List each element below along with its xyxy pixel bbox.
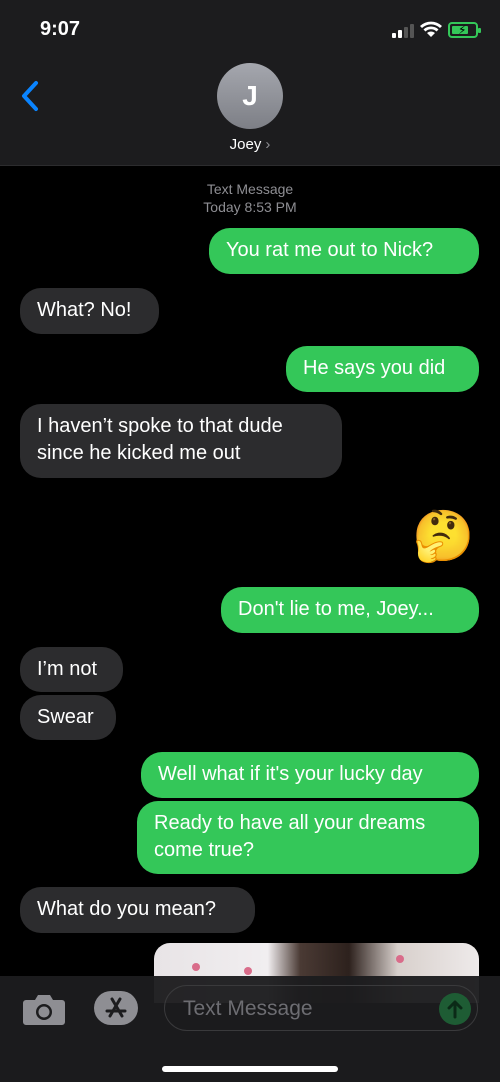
- conversation-header: J Joey ›: [0, 60, 500, 166]
- status-time: 9:07: [40, 18, 81, 40]
- message-input[interactable]: [181, 994, 435, 1024]
- arrow-up-icon[interactable]: [439, 993, 471, 1025]
- cellular-signal-icon: [392, 24, 414, 38]
- outgoing-message[interactable]: He says you did: [286, 346, 479, 392]
- camera-icon[interactable]: [22, 992, 66, 1026]
- outgoing-message[interactable]: Don't lie to me, Joey...: [221, 587, 479, 633]
- incoming-message[interactable]: What? No!: [20, 288, 159, 334]
- contact-avatar[interactable]: J: [217, 63, 283, 129]
- incoming-message[interactable]: I haven’t spoke to that dude since he ki…: [20, 404, 342, 478]
- message-field[interactable]: [164, 985, 478, 1031]
- battery-charging-icon: ⚡: [448, 22, 481, 38]
- outgoing-message[interactable]: Well what if it's your lucky day: [141, 752, 479, 798]
- incoming-message[interactable]: I’m not: [20, 647, 123, 692]
- contact-name: Joey: [229, 136, 262, 153]
- thinking-face-emoji[interactable]: 🤔: [412, 506, 474, 566]
- service-label: Text Message: [206, 181, 294, 197]
- contact-name-button[interactable]: Joey ›: [0, 136, 500, 153]
- status-bar: 9:07 ⚡: [0, 0, 500, 60]
- thread-timestamp: Today 8:53 PM: [203, 199, 297, 215]
- outgoing-message[interactable]: Ready to have all your dreams come true?: [137, 801, 479, 874]
- outgoing-message[interactable]: You rat me out to Nick?: [209, 228, 479, 274]
- chevron-left-icon[interactable]: [20, 80, 40, 112]
- home-indicator[interactable]: [162, 1066, 338, 1072]
- incoming-message[interactable]: What do you mean?: [20, 887, 255, 933]
- chevron-right-icon: ›: [265, 136, 271, 153]
- incoming-message[interactable]: Swear: [20, 695, 116, 740]
- app-store-icon[interactable]: [94, 991, 138, 1025]
- wifi-icon: [420, 21, 442, 37]
